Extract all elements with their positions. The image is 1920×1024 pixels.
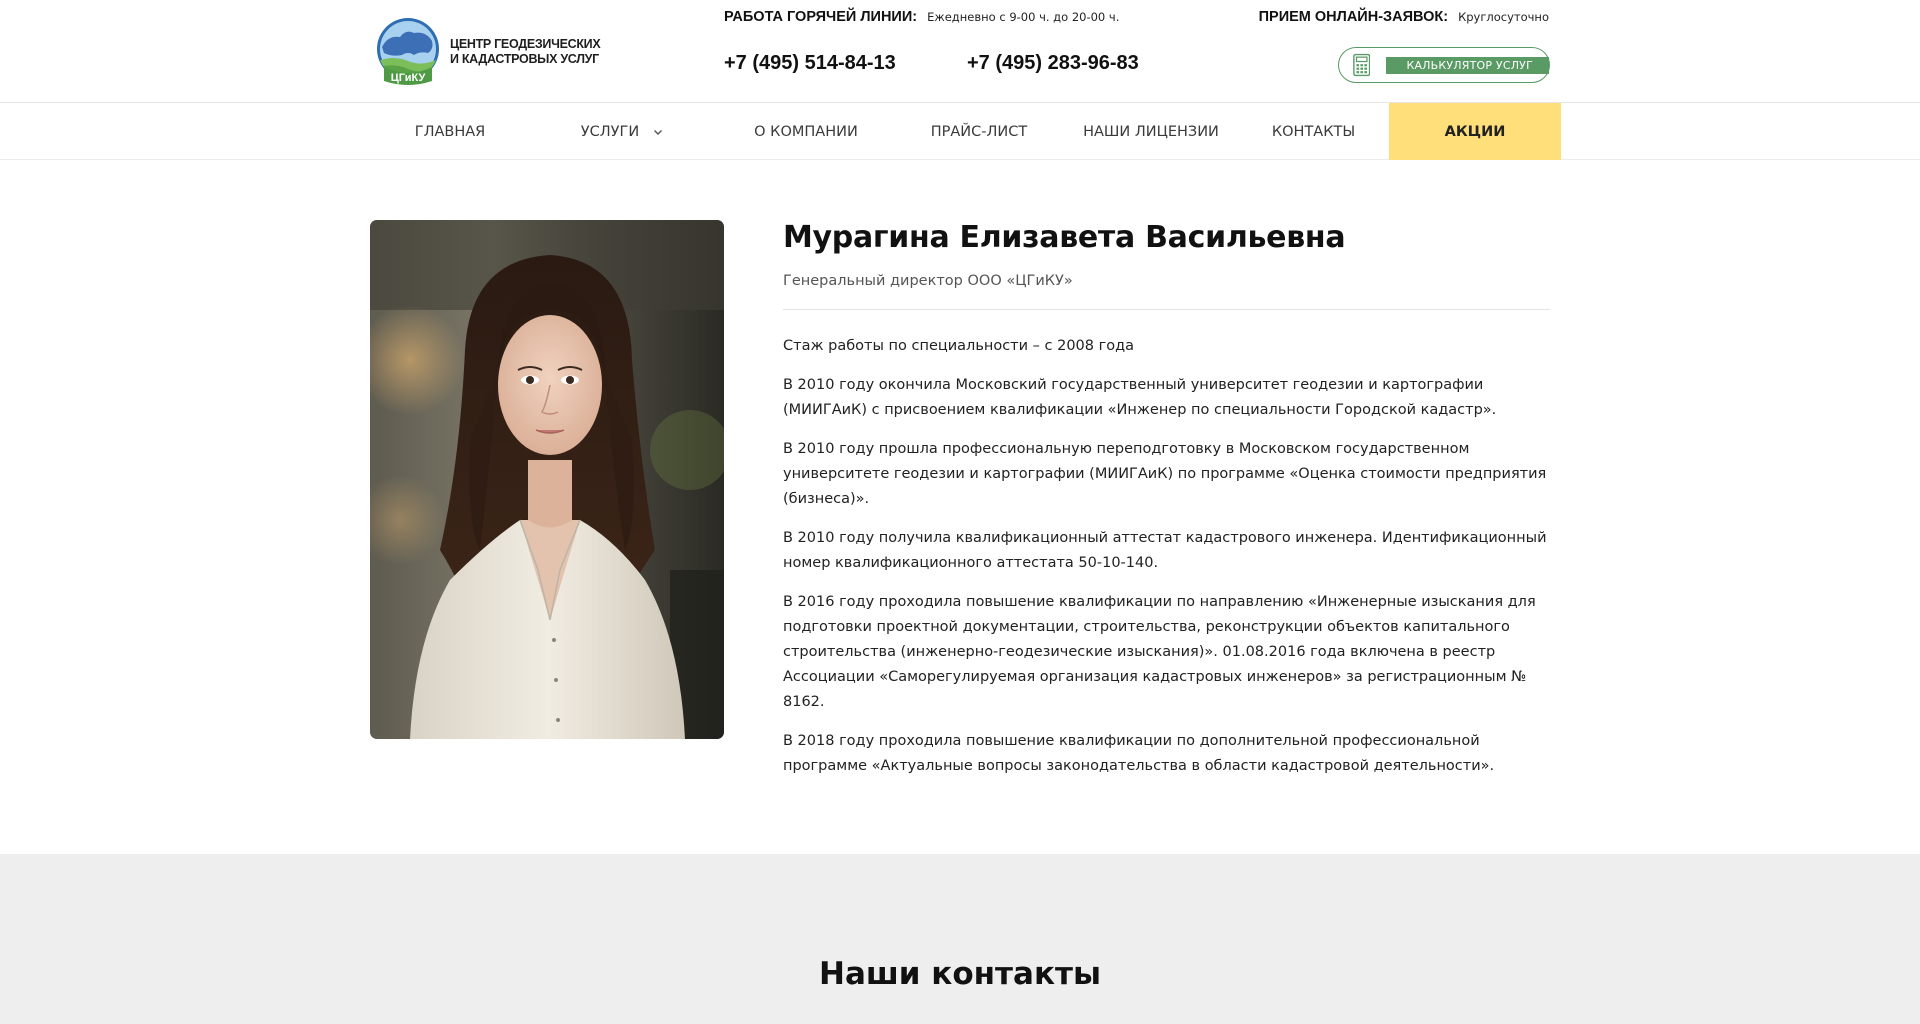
hotline-label: РАБОТА ГОРЯЧЕЙ ЛИНИИ: — [724, 9, 918, 25]
nav-item-label: НАШИ ЛИЦЕНЗИИ — [1083, 123, 1219, 140]
nav-item-prices[interactable]: ПРАЙС-ЛИСТ — [894, 103, 1064, 160]
bio-paragraph: В 2010 году окончила Московский государс… — [783, 377, 1497, 418]
bio-paragraph: В 2010 году прошла профессиональную пере… — [783, 441, 1547, 507]
site-header: ЦГиКУ ЦЕНТР ГЕОДЕЗИЧЕСКИХ И КАДАСТРОВЫХ … — [0, 0, 1920, 103]
nav-item-label: ПРАЙС-ЛИСТ — [930, 123, 1028, 140]
calculator-icon — [1353, 53, 1371, 77]
main-nav-list: ГЛАВНАЯ УСЛУГИ О КОМПАНИИ ПРАЙС-ЛИСТ НАШ… — [374, 103, 1561, 160]
logo-text: ЦЕНТР ГЕОДЕЗИЧЕСКИХ И КАДАСТРОВЫХ УСЛУГ — [450, 37, 601, 67]
main-nav: ГЛАВНАЯ УСЛУГИ О КОМПАНИИ ПРАЙС-ЛИСТ НАШ… — [0, 103, 1920, 160]
nav-item-label: О КОМПАНИИ — [754, 123, 858, 140]
bio-paragraph: В 2016 году проходила повышение квалифик… — [783, 594, 1536, 710]
calculator-button[interactable]: КАЛЬКУЛЯТОР УСЛУГ — [1338, 47, 1550, 83]
logo-line-2: И КАДАСТРОВЫХ УСЛУГ — [450, 52, 599, 66]
nav-item-label: АКЦИИ — [1444, 123, 1506, 140]
online-requests-hours: Круглосуточно — [1458, 10, 1549, 24]
employee-position: Генеральный директор ООО «ЦГиКУ» — [783, 273, 1073, 289]
chevron-down-icon — [654, 129, 663, 135]
nav-item-label: УСЛУГИ — [580, 123, 640, 140]
contacts-section: Наши контакты — [0, 854, 1920, 1024]
nav-item-promotions[interactable]: АКЦИИ — [1389, 103, 1561, 160]
hotline-hours: Ежедневно с 9-00 ч. до 20-00 ч. — [927, 10, 1120, 24]
divider — [783, 309, 1550, 310]
bio-paragraph: В 2018 году проходила повышение квалифик… — [783, 733, 1495, 774]
logo-line-1: ЦЕНТР ГЕОДЕЗИЧЕСКИХ — [450, 37, 601, 51]
calculator-button-label: КАЛЬКУЛЯТОР УСЛУГ — [1386, 56, 1549, 74]
logo-emblem-text: ЦГиКУ — [391, 72, 426, 84]
employee-bio: Стаж работы по специальности – с 2008 го… — [783, 334, 1550, 779]
hotline-info: РАБОТА ГОРЯЧЕЙ ЛИНИИ: Ежедневно с 9-00 ч… — [724, 9, 1119, 25]
employee-name: Мурагина Елизавета Васильевна — [783, 220, 1346, 255]
nav-item-licenses[interactable]: НАШИ ЛИЦЕНЗИИ — [1064, 103, 1238, 160]
employee-info: Мурагина Елизавета Васильевна Генеральны… — [783, 220, 1550, 793]
employee-photo — [370, 220, 724, 739]
nav-item-about[interactable]: О КОМПАНИИ — [718, 103, 894, 160]
bio-paragraph: В 2010 году получила квалификационный ат… — [783, 530, 1547, 571]
contacts-title: Наши контакты — [819, 956, 1101, 992]
nav-item-services[interactable]: УСЛУГИ — [526, 103, 718, 160]
nav-item-contacts[interactable]: КОНТАКТЫ — [1238, 103, 1389, 160]
employee-profile: Мурагина Елизавета Васильевна Генеральны… — [0, 160, 1920, 854]
nav-item-label: КОНТАКТЫ — [1271, 123, 1356, 140]
logo-emblem-icon: ЦГиКУ — [377, 18, 439, 85]
nav-item-home[interactable]: ГЛАВНАЯ — [374, 103, 526, 160]
online-requests-label: ПРИЕМ ОНЛАЙН-ЗАЯВОК: — [1258, 9, 1449, 25]
bio-paragraph: Стаж работы по специальности – с 2008 го… — [783, 338, 1135, 354]
portrait-image — [370, 220, 724, 739]
nav-item-label: ГЛАВНАЯ — [414, 123, 486, 140]
online-requests-info: ПРИЕМ ОНЛАЙН-ЗАЯВОК: Круглосуточно — [1259, 9, 1549, 25]
phone-link-2[interactable]: +7 (495) 283-96-83 — [967, 52, 1139, 75]
phone-link-1[interactable]: +7 (495) 514-84-13 — [724, 52, 896, 75]
site-logo[interactable]: ЦГиКУ ЦЕНТР ГЕОДЕЗИЧЕСКИХ И КАДАСТРОВЫХ … — [374, 16, 614, 88]
